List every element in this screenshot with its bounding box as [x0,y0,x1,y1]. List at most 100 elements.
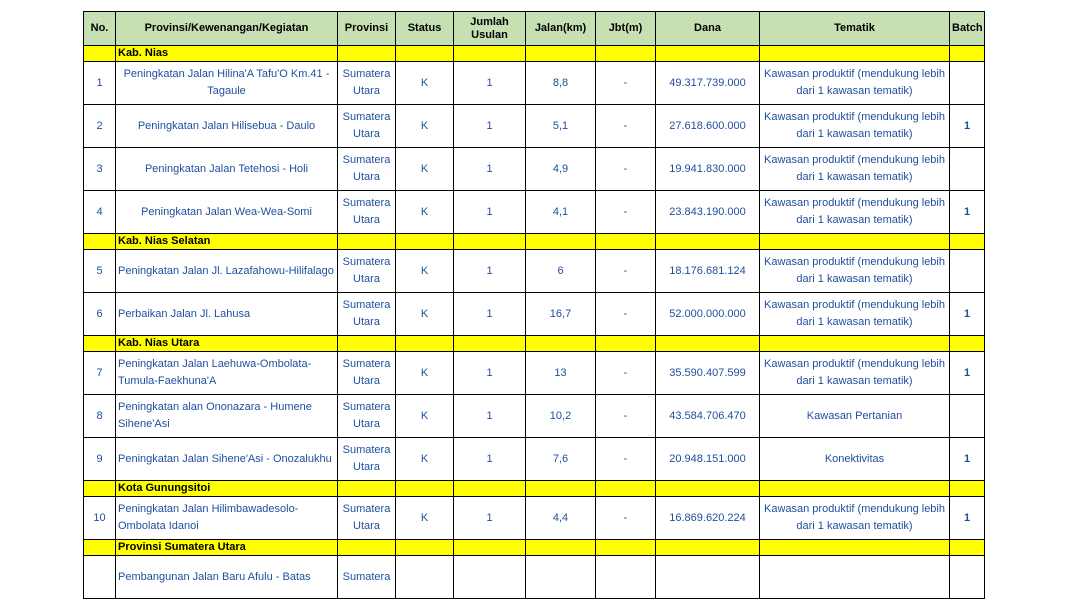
group-empty-cell [525,45,596,62]
cell-jalan [525,555,596,599]
cell-usulan: 1 [453,104,526,148]
cell-kegiatan: Peningkatan Jalan Laehuwa-Ombolata-Tumul… [115,351,338,395]
cell-batch: 1 [949,437,985,481]
group-spacer [83,45,116,62]
table-row: 2 Peningkatan Jalan Hilisebua - Daulo Suma… [83,104,985,148]
cell-status: K [395,496,454,540]
cell-jalan: 4,4 [525,496,596,540]
group-row: Kab. Nias [83,45,985,62]
group-empty-cell [759,45,950,62]
group-empty-cell [395,335,454,352]
group-empty-cell [453,480,526,497]
table-row: 5 Peningkatan Jalan Jl. Lazafahowu-Hilifa… [83,249,985,293]
cell-status [395,555,454,599]
cell-jbt: - [595,104,656,148]
cell-jalan: 4,9 [525,147,596,191]
group-spacer [83,539,116,556]
cell-no: 2 [83,104,116,148]
group-spacer [83,480,116,497]
table-row: 3 Peningkatan Jalan Tetehosi - Holi Sumate… [83,147,985,191]
table-row: 7 Peningkatan Jalan Laehuwa-Ombolata-Tumu… [83,351,985,395]
group-empty-cell [595,539,656,556]
group-label: Kab. Nias Selatan [115,233,338,250]
cell-status: K [395,190,454,234]
cell-provinsi: Sumatera Utara [337,496,396,540]
group-empty-cell [453,335,526,352]
group-row: Provinsi Sumatera Utara [83,539,985,556]
group-empty-cell [655,480,760,497]
cell-dana: 35.590.407.599 [655,351,760,395]
group-empty-cell [655,539,760,556]
cell-dana: 23.843.190.000 [655,190,760,234]
group-label: Kab. Nias [115,45,338,62]
table-row: Pembangunan Jalan Baru Afulu - Batas Suma… [83,555,985,599]
cell-jbt: - [595,61,656,105]
cell-dana: 27.618.600.000 [655,104,760,148]
cell-jbt [595,555,656,599]
group-empty-cell [395,233,454,250]
cell-batch [949,147,985,191]
cell-provinsi: Sumatera [337,555,396,599]
table-row: 4 Peningkatan Jalan Wea-Wea-Somi Sumatera … [83,190,985,234]
cell-no: 5 [83,249,116,293]
group-empty-cell [395,480,454,497]
table-body: Kab. Nias 1 Peningkatan Jalan Hilina'A Taf… [83,45,985,599]
cell-usulan: 1 [453,61,526,105]
cell-no [83,555,116,599]
cell-jalan: 13 [525,351,596,395]
cell-dana [655,555,760,599]
group-row: Kab. Nias Utara [83,335,985,352]
cell-dana: 49.317.739.000 [655,61,760,105]
cell-tematik: Kawasan produktif (mendukung lebih dari … [759,190,950,234]
cell-kegiatan: Peningkatan Jalan Tetehosi - Holi [115,147,338,191]
group-label: Kota Gunungsitoi [115,480,338,497]
cell-batch [949,555,985,599]
cell-jbt: - [595,147,656,191]
cell-tematik: Kawasan Pertanian [759,394,950,438]
header-jbt: Jbt(m) [595,11,656,46]
table-row: 6 Perbaikan Jalan Jl. Lahusa Sumatera Utar… [83,292,985,336]
group-empty-cell [759,539,950,556]
cell-jalan: 5,1 [525,104,596,148]
cell-batch [949,61,985,105]
cell-tematik: Kawasan produktif (mendukung lebih dari … [759,351,950,395]
cell-provinsi: Sumatera Utara [337,61,396,105]
table-row: 9 Peningkatan Jalan Sihene'Asi - Onozaluk… [83,437,985,481]
cell-no: 1 [83,61,116,105]
cell-jalan: 16,7 [525,292,596,336]
group-empty-cell [453,539,526,556]
header-kegiatan: Provinsi/Kewenangan/Kegiatan [115,11,338,46]
group-label: Provinsi Sumatera Utara [115,539,338,556]
cell-dana: 20.948.151.000 [655,437,760,481]
cell-jbt: - [595,394,656,438]
cell-provinsi: Sumatera Utara [337,104,396,148]
cell-kegiatan: Peningkatan Jalan Wea-Wea-Somi [115,190,338,234]
header-row: No. Provinsi/Kewenangan/Kegiatan Provins… [83,11,985,46]
group-empty-cell [759,335,950,352]
cell-usulan: 1 [453,496,526,540]
table-row: 1 Peningkatan Jalan Hilina'A Tafu'O Km.41… [83,61,985,105]
cell-dana: 19.941.830.000 [655,147,760,191]
group-empty-cell [595,45,656,62]
cell-usulan: 1 [453,249,526,293]
group-label: Kab. Nias Utara [115,335,338,352]
cell-no: 10 [83,496,116,540]
cell-jalan: 10,2 [525,394,596,438]
cell-batch [949,249,985,293]
cell-jbt: - [595,249,656,293]
group-row: Kab. Nias Selatan [83,233,985,250]
cell-jalan: 7,6 [525,437,596,481]
cell-tematik: Kawasan produktif (mendukung lebih dari … [759,249,950,293]
cell-tematik: Kawasan produktif (mendukung lebih dari … [759,496,950,540]
cell-kegiatan: Peningkatan Jalan Hilina'A Tafu'O Km.41 … [115,61,338,105]
cell-tematik: Kawasan produktif (mendukung lebih dari … [759,61,950,105]
cell-dana: 16.869.620.224 [655,496,760,540]
cell-jalan: 6 [525,249,596,293]
cell-usulan: 1 [453,437,526,481]
header-dana: Dana [655,11,760,46]
cell-tematik: Kawasan produktif (mendukung lebih dari … [759,292,950,336]
table-row: 10 Peningkatan Jalan Hilimbawadesolo-Ombo… [83,496,985,540]
cell-status: K [395,437,454,481]
group-empty-cell [337,335,396,352]
cell-batch: 1 [949,190,985,234]
